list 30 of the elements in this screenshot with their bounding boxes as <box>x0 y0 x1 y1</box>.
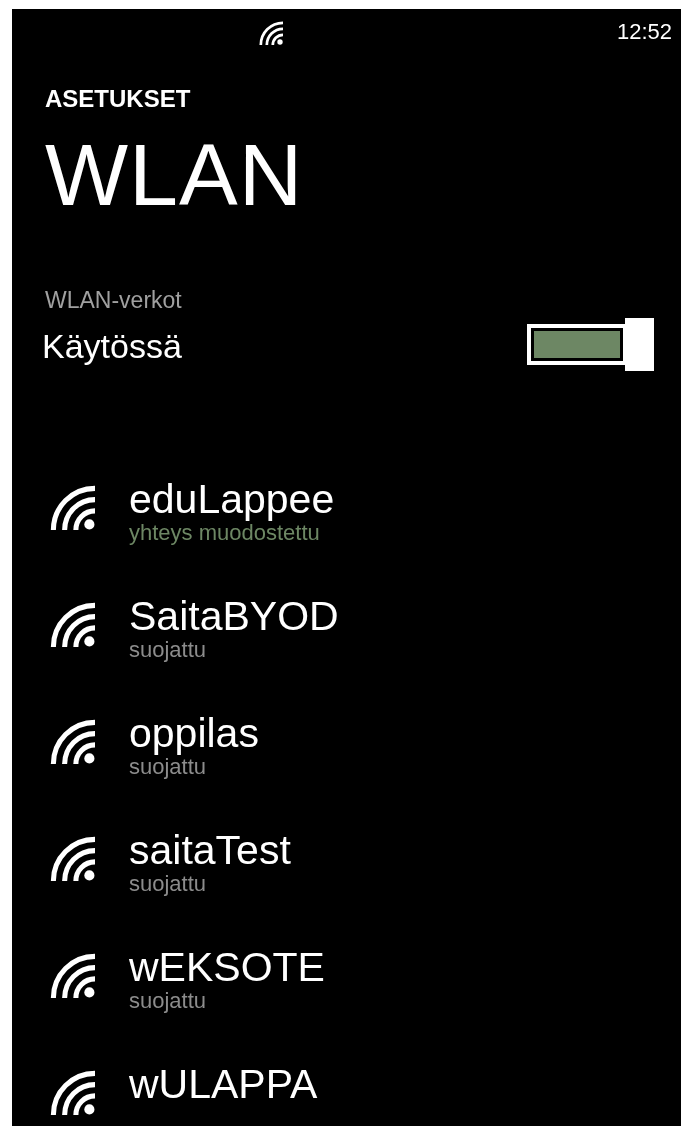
network-name: oppilas <box>129 711 259 755</box>
app-title: ASETUKSET <box>45 87 191 111</box>
setting-state: Käytössä <box>42 329 182 363</box>
network-status: suojattu <box>129 638 208 662</box>
network-name: wULAPPA <box>129 1062 318 1106</box>
toggle-switch[interactable] <box>527 318 654 371</box>
setting-label: WLAN-verkot <box>45 289 182 312</box>
wifi-icon <box>50 953 95 998</box>
page-title: WLAN <box>45 131 304 219</box>
clock-time: 12:52 <box>616 21 672 43</box>
network-status: suojattu <box>129 755 207 779</box>
network-status: suojattu <box>129 989 208 1013</box>
network-status: yhteys muodostettu <box>129 521 320 545</box>
network-name: SaitaBYOD <box>129 594 339 638</box>
network-name: eduLappee <box>129 477 335 521</box>
network-item[interactable]: wULAPPA <box>50 1062 681 1115</box>
network-item[interactable]: wEKSOTE suojattu <box>50 945 681 1013</box>
wifi-icon <box>50 1070 95 1115</box>
wifi-icon <box>50 836 95 881</box>
network-item[interactable]: oppilas suojattu <box>50 711 681 779</box>
network-name: saitaTest <box>129 828 291 872</box>
network-status: suojattu <box>129 872 208 896</box>
network-item[interactable]: eduLappee yhteys muodostettu <box>50 477 681 545</box>
network-item[interactable]: SaitaBYOD suojattu <box>50 594 681 662</box>
network-name: wEKSOTE <box>129 945 325 989</box>
wifi-icon <box>259 21 283 45</box>
wifi-icon <box>50 602 95 647</box>
wifi-icon <box>50 485 95 530</box>
wifi-icon <box>50 719 95 764</box>
network-item[interactable]: saitaTest suojattu <box>50 828 681 896</box>
